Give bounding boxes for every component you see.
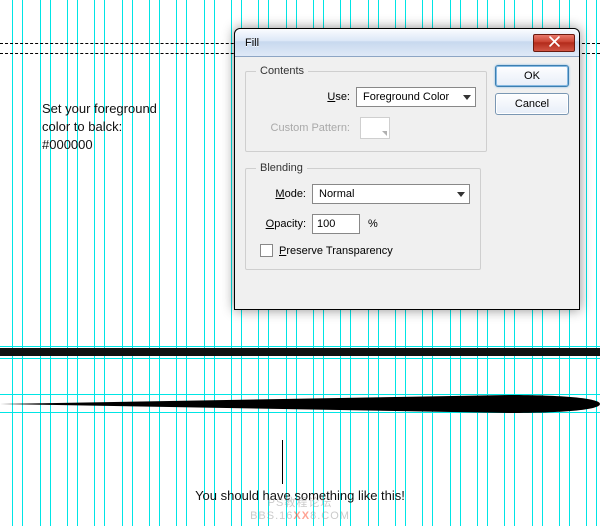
use-label: Use: <box>256 91 356 103</box>
dialog-titlebar[interactable]: Fill <box>235 29 579 57</box>
cancel-button[interactable]: Cancel <box>495 93 569 115</box>
ok-button[interactable]: OK <box>495 65 569 87</box>
cancel-label: Cancel <box>515 98 549 110</box>
close-button[interactable] <box>533 34 575 52</box>
close-icon <box>549 36 560 50</box>
instruction-text: Set your foreground color to balck: #000… <box>42 100 157 154</box>
mode-label: Mode: <box>256 188 312 200</box>
tapered-shape <box>0 395 598 413</box>
opacity-input[interactable]: 100 <box>312 214 360 234</box>
custom-pattern-swatch <box>360 117 390 139</box>
opacity-label: Opacity: <box>256 218 312 230</box>
chevron-down-icon <box>382 131 387 136</box>
blending-legend: Blending <box>256 162 307 174</box>
use-value: Foreground Color <box>363 91 463 103</box>
ok-label: OK <box>524 70 540 82</box>
custom-pattern-label: Custom Pattern: <box>256 122 356 134</box>
mode-value: Normal <box>319 188 457 200</box>
dialog-title: Fill <box>245 37 533 49</box>
instr-line: #000000 <box>42 136 157 154</box>
caption-pointer <box>282 440 283 484</box>
filled-bar <box>0 348 600 356</box>
preserve-transparency-label: Preserve Transparency <box>279 245 393 257</box>
contents-legend: Contents <box>256 65 308 77</box>
chevron-down-icon <box>457 192 465 197</box>
fill-dialog: Fill OK Cancel Contents Use: Foreground … <box>234 28 580 310</box>
chevron-down-icon <box>463 95 471 100</box>
use-combobox[interactable]: Foreground Color <box>356 87 476 107</box>
mode-combobox[interactable]: Normal <box>312 184 470 204</box>
opacity-suffix: % <box>360 218 378 230</box>
preserve-transparency-checkbox[interactable] <box>260 244 273 257</box>
instr-line: color to balck: <box>42 118 157 136</box>
caption-text: You should have something like this! <box>0 488 600 503</box>
instr-line: Set your foreground <box>42 100 157 118</box>
